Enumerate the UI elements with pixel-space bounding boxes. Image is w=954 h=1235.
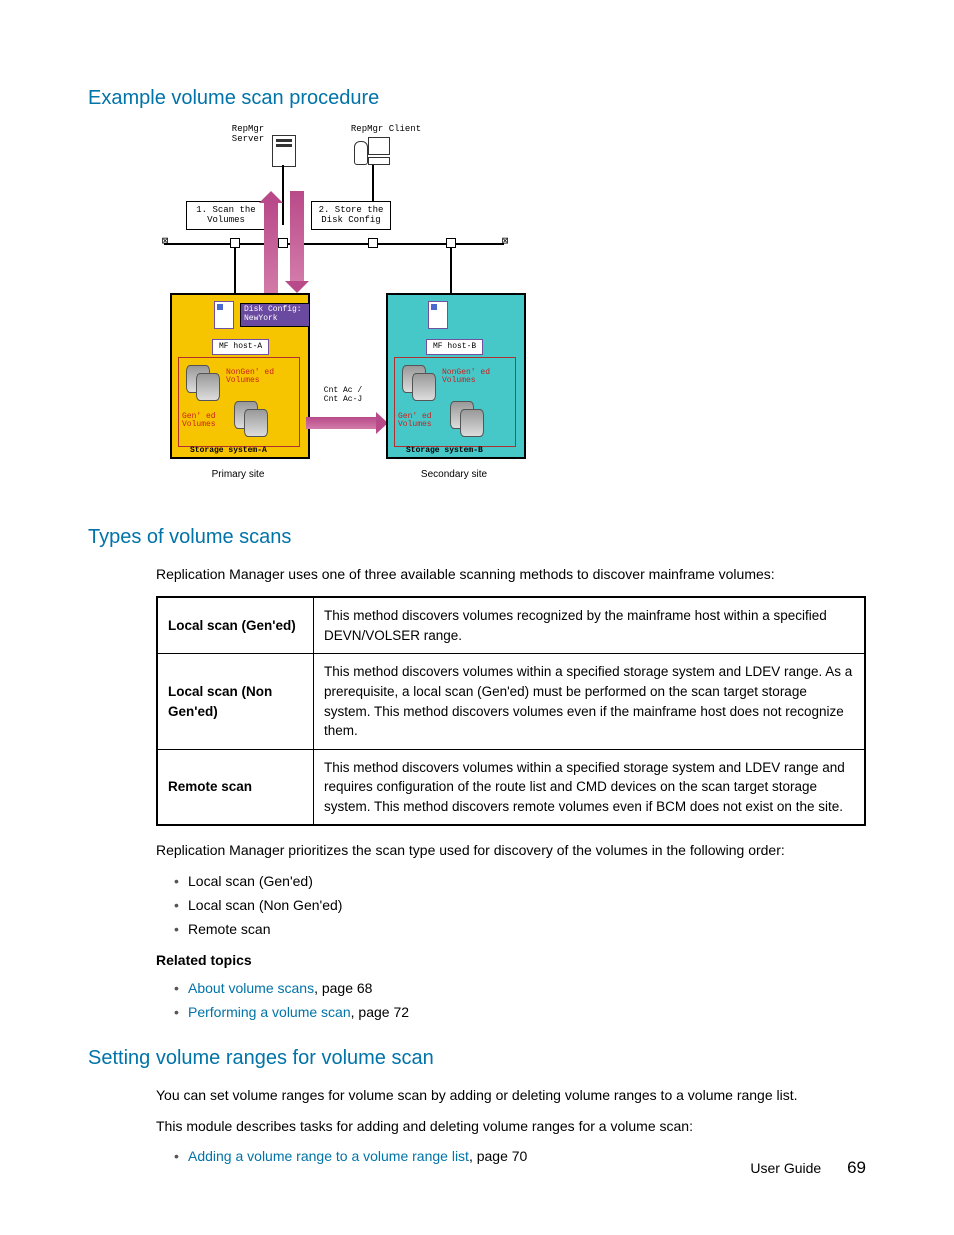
priority-intro-text: Replication Manager prioritizes the scan… xyxy=(156,840,866,860)
secondary-site-caption: Secondary site xyxy=(404,469,504,480)
mf-host-a-label: MF host-A xyxy=(212,339,269,355)
link-suffix: , page 72 xyxy=(351,1004,409,1020)
disk-icon xyxy=(412,373,436,401)
related-topics-heading: Related topics xyxy=(156,950,866,970)
link-suffix: , page 70 xyxy=(469,1148,527,1164)
host-icon xyxy=(214,301,234,329)
gen-volumes-label: Gen' edVolumes xyxy=(398,413,446,430)
storage-system-a-label: Storage system-A xyxy=(190,445,267,457)
repmgr-client-label: RepMgr Client xyxy=(341,125,431,135)
cell-desc: This method discovers volumes within a s… xyxy=(314,654,866,749)
mf-host-b-label: MF host-B xyxy=(426,339,483,355)
server-icon xyxy=(272,135,296,167)
setting-p2: This module describes tasks for adding a… xyxy=(156,1116,866,1136)
table-row: Remote scan This method discovers volume… xyxy=(157,749,865,825)
cell-label: Remote scan xyxy=(157,749,314,825)
connector-line xyxy=(450,247,452,295)
link-adding-volume-range[interactable]: Adding a volume range to a volume range … xyxy=(188,1148,469,1164)
list-item: Local scan (Non Gen'ed) xyxy=(174,895,866,915)
link-performing-volume-scan[interactable]: Performing a volume scan xyxy=(188,1004,351,1020)
disk-icon xyxy=(244,409,268,437)
bus-node xyxy=(368,238,378,248)
repmgr-server-label: RepMgrServer xyxy=(218,125,278,145)
types-intro-text: Replication Manager uses one of three av… xyxy=(156,564,866,584)
list-item: Local scan (Gen'ed) xyxy=(174,871,866,891)
page-footer: User Guide 69 xyxy=(750,1156,866,1181)
client-icon xyxy=(354,137,390,165)
heading-types-of-scans: Types of volume scans xyxy=(88,523,866,552)
table-row: Local scan (Gen'ed) This method discover… xyxy=(157,597,865,654)
arrow-up-icon xyxy=(264,203,278,293)
cell-desc: This method discovers volumes recognized… xyxy=(314,597,866,654)
step2-box: 2. Store theDisk Config xyxy=(311,201,391,230)
primary-site-caption: Primary site xyxy=(188,469,288,480)
volume-scan-diagram: RepMgrServer RepMgr Client 1. Scan theVo… xyxy=(156,125,526,495)
list-item: Remote scan xyxy=(174,919,866,939)
arrow-right-icon xyxy=(306,417,376,429)
host-icon xyxy=(428,301,448,329)
setting-p1: You can set volume ranges for volume sca… xyxy=(156,1085,866,1105)
scan-types-table: Local scan (Gen'ed) This method discover… xyxy=(156,596,866,826)
cell-desc: This method discovers volumes within a s… xyxy=(314,749,866,825)
nongen-volumes-label: NonGen' edVolumes xyxy=(442,369,510,386)
cell-label: Local scan (Non Gen'ed) xyxy=(157,654,314,749)
cnt-ac-label: Cnt Ac /Cnt Ac-J xyxy=(310,387,376,405)
table-row: Local scan (Non Gen'ed) This method disc… xyxy=(157,654,865,749)
footer-title: User Guide xyxy=(750,1160,821,1176)
bus-end-icon: ⊠ xyxy=(500,237,510,247)
connector-line xyxy=(234,247,236,295)
list-item: About volume scans, page 68 xyxy=(174,978,866,998)
disk-icon xyxy=(196,373,220,401)
priority-list: Local scan (Gen'ed) Local scan (Non Gen'… xyxy=(156,871,866,940)
cell-label: Local scan (Gen'ed) xyxy=(157,597,314,654)
step1-box: 1. Scan theVolumes xyxy=(186,201,266,230)
bus-node xyxy=(278,238,288,248)
link-suffix: , page 68 xyxy=(314,980,372,996)
link-about-volume-scans[interactable]: About volume scans xyxy=(188,980,314,996)
heading-example-procedure: Example volume scan procedure xyxy=(88,84,866,113)
arrow-down-icon xyxy=(290,191,304,281)
gen-volumes-label: Gen' edVolumes xyxy=(182,413,230,430)
storage-system-b-label: Storage system-B xyxy=(406,445,483,457)
disk-config-label: Disk Config:NewYork xyxy=(240,303,310,327)
diagram-container: RepMgrServer RepMgr Client 1. Scan theVo… xyxy=(156,125,866,495)
nongen-volumes-label: NonGen' edVolumes xyxy=(226,369,294,386)
disk-icon xyxy=(460,409,484,437)
list-item: Performing a volume scan, page 72 xyxy=(174,1002,866,1022)
bus-end-icon: ⊠ xyxy=(160,237,170,247)
heading-setting-volume-ranges: Setting volume ranges for volume scan xyxy=(88,1044,866,1073)
related-topics-list: About volume scans, page 68 Performing a… xyxy=(156,978,866,1023)
page-number: 69 xyxy=(847,1158,866,1177)
